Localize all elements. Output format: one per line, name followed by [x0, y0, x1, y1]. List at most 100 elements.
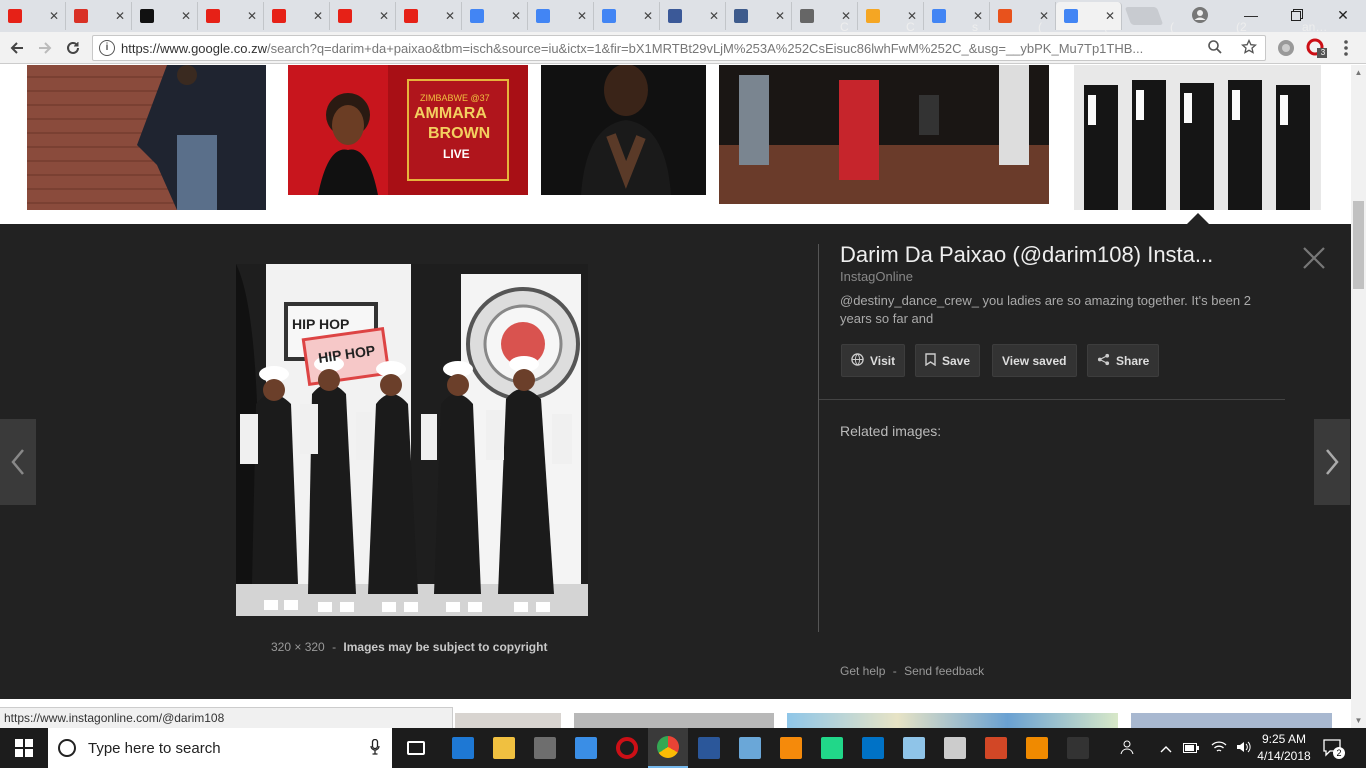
reload-button[interactable] — [62, 37, 84, 59]
opera-icon[interactable] — [607, 728, 647, 768]
vlc-icon[interactable] — [1017, 728, 1057, 768]
browser-tab[interactable]: (✕ — [330, 2, 1174, 34]
browser-tab[interactable]: Aunt✕ — [726, 2, 792, 30]
result-thumbnail[interactable] — [574, 713, 774, 728]
share-button[interactable]: Share — [1087, 344, 1160, 377]
mail-icon[interactable] — [525, 728, 565, 768]
send-feedback-link[interactable]: Send feedback — [904, 664, 984, 678]
extension-icon[interactable] — [1276, 38, 1296, 58]
browser-tab[interactable]: Amn✕ — [990, 2, 1056, 30]
get-help-link[interactable]: Get help — [840, 664, 885, 678]
forward-button[interactable] — [34, 37, 56, 59]
browser-tab[interactable]: C ✕ — [0, 2, 849, 34]
info-icon[interactable]: i — [99, 40, 115, 56]
tab-close-icon[interactable]: ✕ — [181, 9, 191, 23]
outlook-icon[interactable] — [853, 728, 893, 768]
close-viewer-icon[interactable] — [1300, 244, 1328, 272]
chevron-up-icon[interactable] — [1160, 741, 1172, 756]
terminal-icon[interactable] — [1058, 728, 1098, 768]
view-saved-button[interactable]: View saved — [992, 344, 1077, 377]
tab-close-icon[interactable]: ✕ — [1105, 9, 1115, 23]
tab-close-icon[interactable]: ✕ — [511, 9, 521, 23]
chrome-icon[interactable] — [648, 728, 688, 768]
address-bar[interactable]: i https://www.google.co.zw/search?q=dari… — [92, 35, 1266, 61]
microphone-icon[interactable] — [370, 739, 380, 755]
start-button[interactable] — [0, 728, 48, 768]
browser-tab[interactable]: (✕ — [198, 2, 1042, 34]
copyright-notice[interactable]: Images may be subject to copyright — [343, 640, 547, 654]
photos-icon[interactable] — [935, 728, 975, 768]
browser-tab[interactable]: Chiw✕ — [792, 2, 858, 30]
result-thumbnail[interactable] — [455, 713, 561, 728]
taskbar-search-box[interactable]: Type here to search — [48, 728, 392, 768]
restore-button[interactable] — [1274, 0, 1320, 30]
profile-icon[interactable] — [1190, 6, 1210, 26]
back-button[interactable] — [6, 37, 28, 59]
tab-close-icon[interactable]: ✕ — [247, 9, 257, 23]
scroll-thumb[interactable] — [1353, 201, 1364, 289]
tab-close-icon[interactable]: ✕ — [775, 9, 785, 23]
people-icon[interactable] — [1120, 738, 1138, 759]
tab-close-icon[interactable]: ✕ — [313, 9, 323, 23]
action-center-button[interactable]: 2 — [1322, 737, 1345, 759]
result-thumbnail-selected[interactable] — [1074, 65, 1321, 210]
result-thumbnail[interactable] — [541, 65, 706, 195]
word-icon[interactable] — [689, 728, 729, 768]
bookmark-star-icon[interactable] — [1240, 38, 1258, 59]
scroll-down-arrow[interactable]: ▼ — [1351, 713, 1366, 728]
browser-tab[interactable]: andy✕ — [462, 2, 1328, 34]
tab-close-icon[interactable]: ✕ — [973, 9, 983, 23]
new-tab-button[interactable] — [1124, 7, 1164, 25]
zoom-icon[interactable] — [1207, 39, 1223, 59]
browser-tab[interactable]: s ✕ — [132, 2, 978, 34]
tab-close-icon[interactable]: ✕ — [643, 9, 653, 23]
result-thumbnail[interactable]: ZIMBABWE @37 AMMARA BROWN LIVE — [288, 65, 528, 195]
tab-close-icon[interactable]: ✕ — [445, 9, 455, 23]
paint-icon[interactable] — [730, 728, 770, 768]
opera-extension-icon[interactable]: 3 — [1306, 38, 1327, 58]
tab-close-icon[interactable]: ✕ — [379, 9, 389, 23]
battery-icon[interactable] — [1183, 741, 1199, 756]
preview-image[interactable]: HIP HOP HIP HOP — [236, 264, 588, 616]
menu-icon[interactable] — [1336, 38, 1356, 58]
browser-tab[interactable]: andy✕ — [528, 2, 594, 30]
image-source[interactable]: InstagOnline — [840, 269, 913, 284]
browser-tab[interactable]: (2 ✕ — [396, 2, 1247, 34]
scroll-up-arrow[interactable]: ▲ — [1351, 65, 1366, 80]
task-view-icon[interactable] — [396, 728, 436, 768]
tab-close-icon[interactable]: ✕ — [115, 9, 125, 23]
browser-tab[interactable]: for h✕ — [594, 2, 660, 30]
result-thumbnail[interactable] — [787, 713, 1118, 728]
result-thumbnail[interactable] — [719, 65, 1049, 204]
taskbar-clock[interactable]: 9:25 AM 4/14/2018 — [1252, 731, 1316, 765]
save-button[interactable]: Save — [915, 344, 981, 377]
visit-button[interactable]: Visit — [841, 344, 906, 377]
volume-icon[interactable] — [1236, 740, 1252, 757]
result-thumbnail[interactable] — [1131, 713, 1332, 728]
pycharm-icon[interactable] — [812, 728, 852, 768]
tab-close-icon[interactable]: ✕ — [49, 9, 59, 23]
tab-active[interactable]: d✕ — [1056, 2, 1122, 30]
tab-close-icon[interactable]: ✕ — [709, 9, 719, 23]
minimize-button[interactable]: — — [1228, 0, 1274, 30]
notepad-icon[interactable] — [894, 728, 934, 768]
close-window-button[interactable]: ✕ — [1320, 0, 1366, 30]
wifi-icon[interactable] — [1211, 740, 1227, 757]
browser-tab[interactable]: Chie✕ — [660, 2, 726, 30]
powerpoint-icon[interactable] — [976, 728, 1016, 768]
tab-close-icon[interactable]: ✕ — [841, 9, 851, 23]
sublime-icon[interactable] — [771, 728, 811, 768]
file-explorer-icon[interactable] — [484, 728, 524, 768]
previous-image-button[interactable] — [0, 419, 36, 505]
kite-icon[interactable] — [566, 728, 606, 768]
result-thumbnail[interactable] — [27, 65, 266, 210]
browser-tab[interactable]: amm✕ — [924, 2, 990, 30]
page-scrollbar[interactable]: ▲ ▼ — [1351, 65, 1366, 728]
browser-tab[interactable]: 39 Fa✕ — [858, 2, 924, 30]
browser-tab[interactable]: (✕ — [264, 2, 1108, 34]
tab-close-icon[interactable]: ✕ — [1039, 9, 1049, 23]
edge-icon[interactable] — [443, 728, 483, 768]
tab-close-icon[interactable]: ✕ — [577, 9, 587, 23]
next-image-button[interactable] — [1314, 419, 1350, 505]
image-title[interactable]: Darim Da Paixao (@darim108) Insta... — [840, 242, 1270, 268]
